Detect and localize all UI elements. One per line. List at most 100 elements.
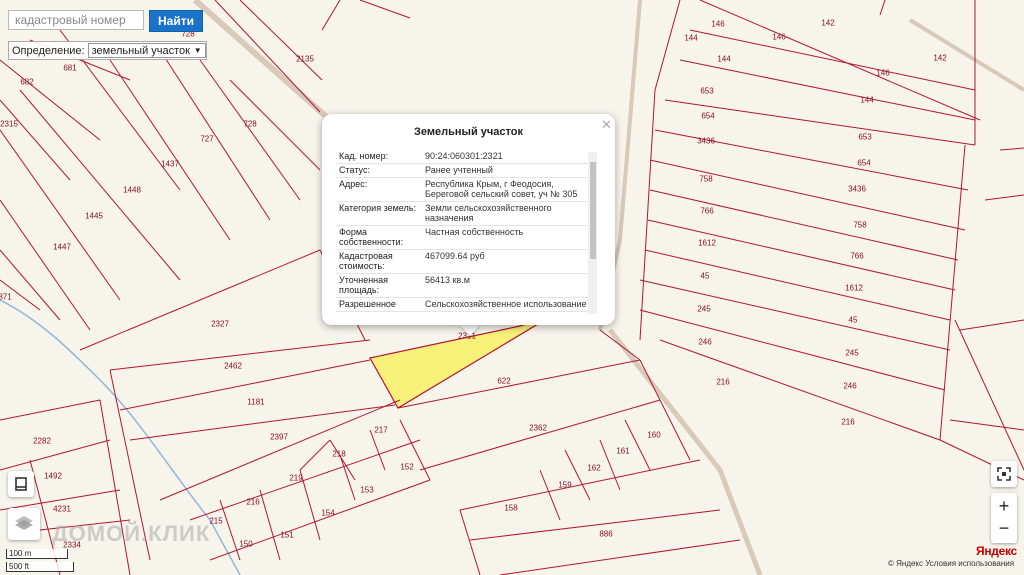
parcel-number-label: 3436 xyxy=(848,184,866,194)
parcel-number-label: 151 xyxy=(280,530,294,540)
definition-select[interactable]: земельный участок ▼ xyxy=(87,43,206,58)
definition-selected-value: земельный участок xyxy=(91,44,190,57)
parcel-number-label: 215 xyxy=(209,516,223,526)
detail-value: Частная собственность xyxy=(425,227,524,237)
detail-row: Форма собственности: Частная собственност… xyxy=(336,226,590,250)
ruler-button[interactable] xyxy=(8,471,34,497)
parcel-number-label: 45 xyxy=(848,315,858,325)
detail-key: Статус: xyxy=(339,165,370,175)
parcel-number-label: 245 xyxy=(697,304,711,314)
parcel-number-label: 160 xyxy=(647,430,661,440)
copyright-text[interactable]: © Яндекс Условия использования xyxy=(888,559,1014,568)
parcel-number-label: 1445 xyxy=(85,211,103,221)
detail-key: Кад. номер: xyxy=(339,151,389,161)
layers-icon xyxy=(15,516,33,530)
popup-title: Земельный участок xyxy=(414,126,523,138)
zoom-controls: + − xyxy=(991,493,1017,543)
parcel-number-label: 766 xyxy=(700,206,714,216)
parcel-number-label: 2362 xyxy=(529,423,547,433)
detail-row: Статус: Ранее учтенный xyxy=(336,164,590,178)
parcel-number-label: 142 xyxy=(821,18,835,28)
parcel-number-label: 216 xyxy=(716,377,730,387)
parcel-number-label: 1437 xyxy=(161,159,179,169)
parcel-number-label: 154 xyxy=(321,508,335,518)
parcel-number-label: 1612 xyxy=(845,283,863,293)
parcel-number-label: 216 xyxy=(246,497,260,507)
parcel-number-label: 216 xyxy=(841,417,855,427)
parcel-number-label: 654 xyxy=(857,158,871,168)
parcel-number-label: 682 xyxy=(20,77,34,87)
parcel-number-label: 758 xyxy=(699,174,713,184)
parcel-number-label: 2327 xyxy=(211,319,229,329)
parcel-number-label: 245 xyxy=(845,348,859,358)
detail-row: Адрес: Республика Крым, г Феодосия, Берег… xyxy=(336,178,590,202)
detail-key: Адрес: xyxy=(339,179,368,189)
parcel-number-label: 758 xyxy=(853,220,867,230)
chevron-down-icon: ▼ xyxy=(193,46,202,55)
parcel-number-label: 1612 xyxy=(698,238,716,248)
watermark: ДОМОЙ.КЛИК xyxy=(52,521,211,546)
layers-button[interactable] xyxy=(8,508,40,540)
parcel-number-label: 2282 xyxy=(33,436,51,446)
parcel-number-label: 219 xyxy=(289,473,303,483)
detail-row: Кад. номер: 90:24:060301:2321 xyxy=(336,150,590,164)
ruler-icon xyxy=(15,477,27,491)
detail-key: Уточненная площадь: xyxy=(339,275,389,295)
close-icon[interactable]: ✕ xyxy=(601,117,612,133)
detail-value: 90:24:060301:2321 xyxy=(425,151,503,161)
find-button[interactable]: Найти xyxy=(149,10,203,32)
parcel-number-label: 144 xyxy=(684,33,698,43)
detail-value: 467099.64 руб xyxy=(425,251,485,261)
detail-row: Разрешенное Сельскохозяйственное использо… xyxy=(336,298,590,312)
detail-row: Кадастровая стоимость: 467099.64 руб xyxy=(336,250,590,274)
popup-scroll-thumb[interactable] xyxy=(590,162,596,259)
parcel-number-label: 146 xyxy=(711,19,725,29)
parcel-number-label: 4231 xyxy=(53,504,71,514)
parcel-number-label: 142 xyxy=(933,53,947,63)
parcel-number-label: 653 xyxy=(858,132,872,142)
detail-row: Уточненная площадь: 56413 кв.м xyxy=(336,274,590,298)
zoom-in-button[interactable]: + xyxy=(999,494,1010,518)
detail-value: 56413 кв.м xyxy=(425,275,470,285)
popup-pointer xyxy=(459,324,481,336)
parcel-number-label: 371 xyxy=(0,292,12,302)
parcel-number-label: 153 xyxy=(360,485,374,495)
scale-feet: 500 ft xyxy=(6,562,74,572)
definition-selector: Определение: земельный участок ▼ xyxy=(8,41,207,60)
zoom-out-button[interactable]: − xyxy=(999,518,1010,542)
parcel-number-label: 2135 xyxy=(296,54,314,64)
parcel-number-label: 158 xyxy=(504,503,518,513)
parcel-number-label: 2462 xyxy=(224,361,242,371)
detail-value: Сельскохозяйственное использование xyxy=(425,299,587,309)
detail-key: Разрешенное xyxy=(339,299,396,309)
parcel-number-label: 622 xyxy=(497,376,511,386)
parcel-number-label: 144 xyxy=(860,95,874,105)
parcel-info-popup: Земельный участок ✕ Кад. номер: 90:24:060… xyxy=(322,114,615,325)
parcel-number-label: 161 xyxy=(616,446,630,456)
parcel-number-label: 1447 xyxy=(53,242,71,252)
fullscreen-button[interactable] xyxy=(991,461,1017,487)
parcel-number-label: 653 xyxy=(700,86,714,96)
cadastral-search-input[interactable] xyxy=(8,10,144,30)
parcel-number-label: 1448 xyxy=(123,185,141,195)
parcel-number-label: 2315 xyxy=(0,119,18,129)
parcel-number-label: 144 xyxy=(717,54,731,64)
parcel-number-label: 246 xyxy=(843,381,857,391)
detail-value: Республика Крым, г Феодосия, Береговой с… xyxy=(425,179,578,199)
detail-key: Категория земель: xyxy=(339,203,416,213)
parcel-number-label: 152 xyxy=(400,462,414,472)
popup-details: Кад. номер: 90:24:060301:2321 Статус: Ране… xyxy=(336,150,590,315)
yandex-logo: Яндекс xyxy=(976,544,1017,558)
detail-value: Земли сельскохозяйственного назначения xyxy=(425,203,552,223)
parcel-number-label: 728 xyxy=(243,119,257,129)
parcel-number-label: 654 xyxy=(701,111,715,121)
parcel-number-label: 246 xyxy=(698,337,712,347)
parcel-number-label: 159 xyxy=(558,480,572,490)
scale-meters: 100 m xyxy=(6,549,68,559)
parcel-number-label: 146 xyxy=(772,32,786,42)
fullscreen-icon xyxy=(997,467,1011,481)
detail-key: Кадастровая стоимость: xyxy=(339,251,393,271)
parcel-number-label: 45 xyxy=(700,271,710,281)
parcel-number-label: 766 xyxy=(850,251,864,261)
parcel-number-label: 162 xyxy=(587,463,601,473)
